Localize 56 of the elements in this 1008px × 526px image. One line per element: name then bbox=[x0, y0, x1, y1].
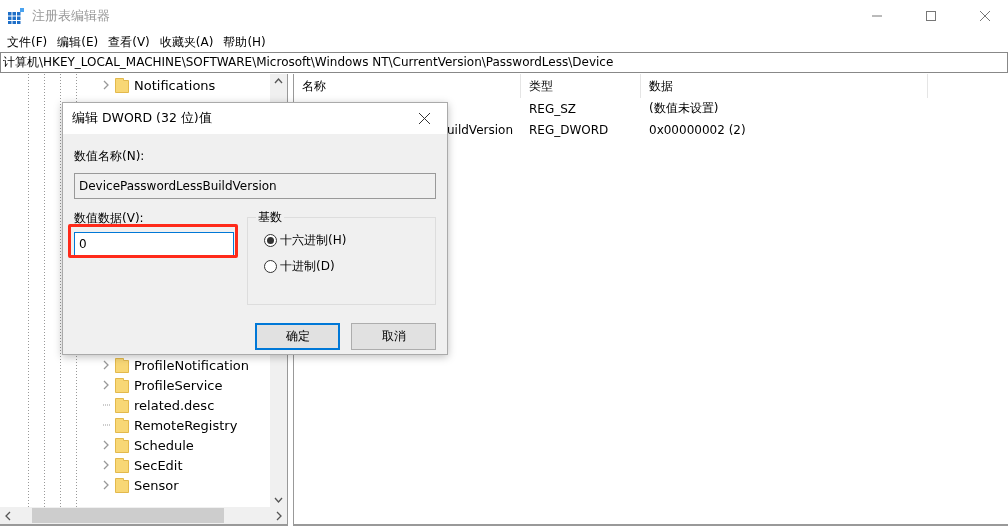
maximize-icon bbox=[926, 11, 936, 21]
folder-icon bbox=[115, 357, 129, 373]
column-header[interactable]: 数据 bbox=[641, 74, 928, 98]
chevron-icon[interactable] bbox=[103, 380, 110, 390]
tree-item[interactable]: Schedule bbox=[134, 437, 194, 453]
column-header[interactable]: 类型 bbox=[521, 74, 641, 98]
value-name-field: DevicePasswordLessBuildVersion bbox=[74, 173, 436, 199]
chevron-icon[interactable] bbox=[103, 440, 110, 450]
scroll-right-icon[interactable] bbox=[274, 510, 283, 521]
menu-item[interactable]: 文件(F) bbox=[2, 33, 53, 51]
radio-option[interactable]: 十进制(D) bbox=[264, 258, 435, 275]
folder-icon bbox=[115, 77, 129, 93]
value-name: uildVersion bbox=[445, 122, 514, 137]
column-header[interactable]: 名称 bbox=[294, 74, 521, 98]
registry-app-icon bbox=[8, 8, 24, 24]
menu-item[interactable]: 帮助(H) bbox=[218, 33, 271, 51]
menu-item[interactable]: 收藏夹(A) bbox=[154, 33, 219, 51]
chevron-icon[interactable] bbox=[103, 460, 110, 470]
folder-icon bbox=[115, 457, 129, 473]
chevron-icon[interactable] bbox=[103, 360, 110, 370]
field-label: 数值数据(V): bbox=[74, 210, 145, 227]
folder-icon bbox=[115, 477, 129, 493]
close-icon bbox=[418, 113, 430, 124]
value-data: 0x00000002 (2) bbox=[648, 122, 747, 137]
folder-icon bbox=[115, 437, 129, 453]
folder-icon bbox=[115, 397, 129, 413]
tree-item[interactable]: related.desc bbox=[134, 397, 215, 413]
scroll-left-icon[interactable] bbox=[4, 510, 13, 521]
address-bar[interactable]: 计算机\HKEY_LOCAL_MACHINE\SOFTWARE\Microsoft\Windows NT\CurrentVersion\PasswordLess\Device bbox=[0, 52, 1008, 73]
value-data: (数值未设置) bbox=[648, 100, 720, 117]
dialog-title: 编辑 DWORD (32 位)值 bbox=[72, 110, 212, 127]
tree-item[interactable]: RemoteRegistry bbox=[134, 417, 238, 433]
radio-icon[interactable] bbox=[264, 260, 277, 273]
ok-button[interactable]: 确定 bbox=[255, 323, 340, 350]
tree-item[interactable]: Sensor bbox=[134, 477, 179, 493]
value-data-field[interactable]: 0 bbox=[74, 232, 234, 256]
tree-item[interactable]: Notifications bbox=[134, 77, 216, 93]
cancel-button[interactable]: 取消 bbox=[351, 323, 436, 350]
window-title: 注册表编辑器 bbox=[32, 7, 111, 25]
folder-icon bbox=[115, 417, 129, 433]
tree-item[interactable]: ProfileNotification bbox=[134, 357, 249, 373]
chevron-icon[interactable] bbox=[103, 80, 110, 90]
folder-icon bbox=[115, 377, 129, 393]
value-type: REG_SZ bbox=[528, 101, 578, 116]
radio-option[interactable]: 十六进制(H) bbox=[264, 232, 435, 249]
horizontal-scrollbar[interactable] bbox=[0, 507, 287, 526]
menu-item[interactable]: 编辑(E) bbox=[52, 33, 104, 51]
tree-item[interactable]: ProfileService bbox=[134, 377, 223, 393]
menu-item[interactable]: 查看(V) bbox=[103, 33, 155, 51]
radio-icon[interactable] bbox=[264, 234, 277, 247]
group-label: 基数 bbox=[256, 209, 284, 226]
field-label: 数值名称(N): bbox=[74, 148, 146, 165]
chevron-icon[interactable] bbox=[103, 480, 110, 490]
value-type: REG_DWORD bbox=[528, 122, 610, 137]
tree-item[interactable]: SecEdit bbox=[134, 457, 183, 473]
close-icon bbox=[980, 11, 990, 21]
